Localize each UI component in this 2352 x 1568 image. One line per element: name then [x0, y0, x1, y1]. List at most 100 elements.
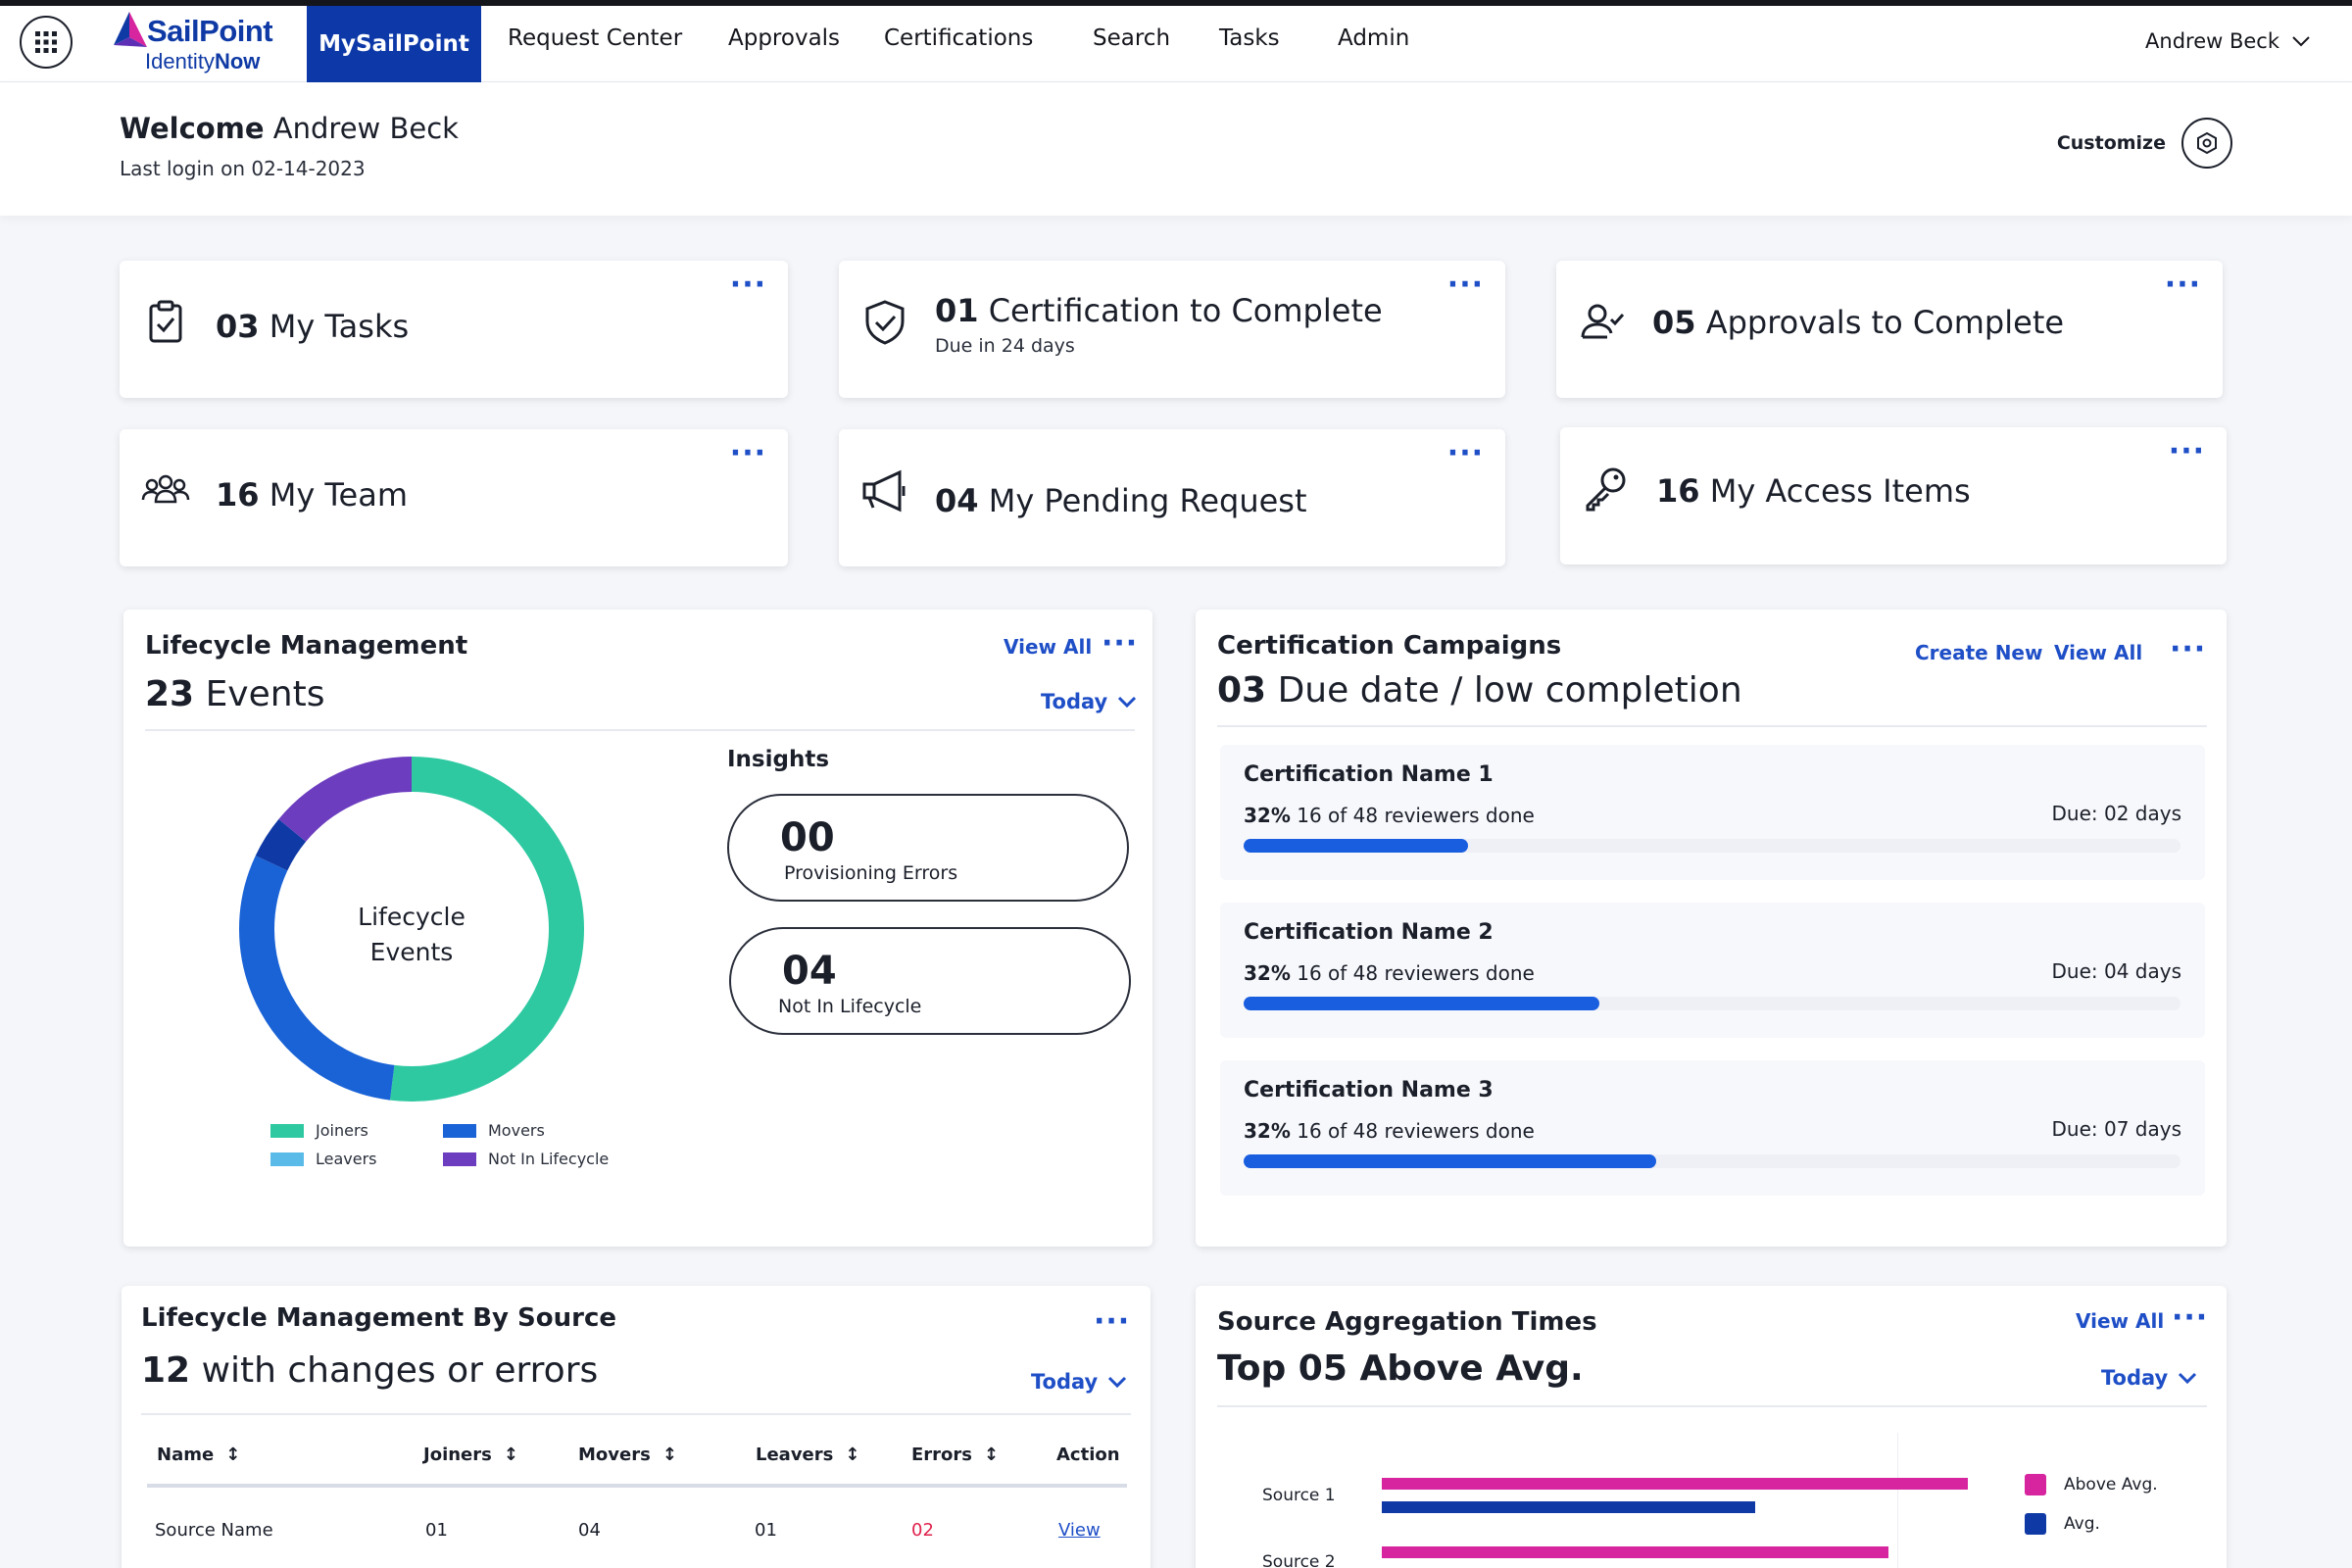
progress-bar: [1244, 839, 2180, 853]
user-name: Andrew Beck: [2145, 29, 2279, 53]
certification-progress-text: 32% 16 of 48 reviewers done: [1244, 804, 1535, 827]
team-icon: [141, 474, 190, 504]
nav-tab-approvals[interactable]: Approvals: [728, 25, 840, 51]
sort-icon[interactable]: ↕: [504, 1445, 518, 1465]
stat-card-access-items[interactable]: ··· 16 My Access Items: [1560, 427, 2227, 564]
period-dropdown[interactable]: Today: [1031, 1370, 1127, 1394]
more-options-icon[interactable]: ···: [730, 439, 766, 468]
certification-item[interactable]: Certification Name 3 32% 16 of 48 review…: [1220, 1060, 2205, 1196]
panel-title: Certification Campaigns: [1217, 631, 1562, 661]
stat-text: 01 Certification to Complete: [935, 292, 1383, 329]
period-dropdown[interactable]: Today: [1041, 690, 1137, 713]
legend-not-in-lifecycle: Not In Lifecycle: [443, 1150, 609, 1168]
panel-title: Lifecycle Management: [145, 631, 468, 661]
table-cell-joiners: 01: [425, 1520, 448, 1541]
nav-tab-admin[interactable]: Admin: [1338, 25, 1409, 51]
sailpoint-logo[interactable]: SailPoint IdentityNow: [102, 10, 298, 80]
certs-count: 03 Due date / low completion: [1217, 670, 1742, 710]
more-options-icon[interactable]: ···: [1447, 439, 1484, 468]
period-label: Today: [1031, 1370, 1099, 1394]
nav-tab-tasks[interactable]: Tasks: [1219, 25, 1280, 51]
source-label: Source 2: [1262, 1552, 1336, 1568]
progress-bar: [1244, 1154, 2180, 1168]
stat-card-pending-request[interactable]: ··· 04 My Pending Request: [839, 429, 1505, 566]
above-avg-bar: [1382, 1478, 1968, 1490]
view-row-link[interactable]: View: [1058, 1520, 1101, 1541]
view-all-link[interactable]: View All: [2054, 641, 2142, 664]
period-label: Today: [2101, 1366, 2169, 1390]
certification-due: Due: 04 days: [2051, 959, 2182, 983]
stat-card-approvals[interactable]: ··· 05 Approvals to Complete: [1556, 261, 2223, 398]
customize-button[interactable]: Customize: [2057, 118, 2232, 169]
chevron-down-icon: [1108, 1376, 1127, 1388]
panel-title: Source Aggregation Times: [1217, 1307, 1597, 1337]
legend-swatch: [270, 1152, 304, 1166]
sort-icon[interactable]: ↕: [984, 1445, 999, 1465]
create-new-link[interactable]: Create New: [1915, 641, 2042, 664]
view-all-link[interactable]: View All: [2076, 1309, 2164, 1333]
sort-icon[interactable]: ↕: [662, 1445, 677, 1465]
logo-subtitle: IdentityNow: [145, 49, 261, 74]
nav-tab-search[interactable]: Search: [1093, 25, 1170, 51]
more-options-icon[interactable]: ···: [1447, 270, 1484, 300]
stat-card-my-tasks[interactable]: ··· 03 My Tasks: [120, 261, 788, 398]
legend-avg: Avg.: [2025, 1513, 2100, 1535]
welcome-banner: Welcome Andrew Beck Last login on 02-14-…: [0, 82, 2352, 216]
gridline: [1897, 1433, 1898, 1568]
view-all-link[interactable]: View All: [1004, 635, 1092, 659]
stat-card-certifications[interactable]: ··· 01 Certification to Complete Due in …: [839, 261, 1505, 398]
more-options-icon[interactable]: ···: [2165, 270, 2201, 300]
clipboard-check-icon: [149, 300, 182, 343]
legend-swatch: [2025, 1513, 2046, 1535]
insight-not-in-lifecycle[interactable]: 04 Not In Lifecycle: [729, 927, 1131, 1035]
nav-tab-mysailpoint[interactable]: MySailPoint: [307, 6, 481, 82]
nav-tab-certifications[interactable]: Certifications: [884, 25, 1033, 51]
donut-slice-leavers: [255, 818, 307, 871]
column-header-joiners[interactable]: Joiners ↕: [423, 1445, 518, 1465]
more-options-icon[interactable]: ···: [2169, 437, 2205, 466]
progress-bar-fill: [1244, 839, 1469, 853]
divider: [141, 1413, 1131, 1415]
column-header-leavers[interactable]: Leavers ↕: [756, 1445, 859, 1465]
stat-card-my-team[interactable]: ··· 16 My Team: [120, 429, 788, 566]
certification-item[interactable]: Certification Name 2 32% 16 of 48 review…: [1220, 903, 2205, 1038]
certification-name: Certification Name 2: [1244, 920, 1494, 945]
insight-provisioning-errors[interactable]: 00 Provisioning Errors: [727, 794, 1129, 902]
column-header-errors[interactable]: Errors ↕: [911, 1445, 999, 1465]
progress-bar-fill: [1244, 1154, 1656, 1168]
donut-slice-not-in-lifecycle: [278, 757, 413, 843]
certification-item[interactable]: Certification Name 1 32% 16 of 48 review…: [1220, 745, 2205, 880]
shield-check-icon: [865, 300, 905, 345]
lifecycle-count: 23 Events: [145, 674, 325, 714]
column-header-name[interactable]: Name ↕: [157, 1445, 240, 1465]
insight-value: 04: [782, 949, 837, 994]
user-menu[interactable]: Andrew Beck: [2145, 29, 2311, 53]
more-options-icon[interactable]: ···: [2170, 635, 2206, 664]
table-cell-movers: 04: [578, 1520, 601, 1541]
certification-name: Certification Name 1: [1244, 762, 1494, 787]
divider: [1217, 1405, 2207, 1407]
user-check-icon: [1581, 304, 1625, 339]
donut-center-label: Lifecycle Events: [358, 903, 466, 966]
chevron-down-icon: [2179, 1372, 2197, 1384]
certification-progress-text: 32% 16 of 48 reviewers done: [1244, 961, 1535, 985]
last-login-text: Last login on 02-14-2023: [120, 157, 366, 180]
more-options-icon[interactable]: ···: [2172, 1303, 2208, 1333]
key-icon: [1586, 467, 1626, 512]
column-header-movers[interactable]: Movers ↕: [578, 1445, 677, 1465]
more-options-icon[interactable]: ···: [730, 270, 766, 300]
legend-swatch: [2025, 1474, 2046, 1495]
nav-tab-request-center[interactable]: Request Center: [508, 25, 682, 51]
more-options-icon[interactable]: ···: [1102, 629, 1138, 659]
sort-icon[interactable]: ↕: [845, 1445, 859, 1465]
stat-text: 03 My Tasks: [216, 308, 410, 345]
progress-bar-fill: [1244, 997, 1600, 1010]
stat-text: 04 My Pending Request: [935, 482, 1307, 519]
sort-icon[interactable]: ↕: [225, 1445, 240, 1465]
app-launcher-button[interactable]: [20, 16, 73, 69]
period-dropdown[interactable]: Today: [2101, 1366, 2197, 1390]
more-options-icon[interactable]: ···: [1094, 1307, 1130, 1337]
settings-icon: [2181, 118, 2232, 169]
divider: [1217, 725, 2207, 727]
chevron-down-icon: [2292, 36, 2310, 47]
